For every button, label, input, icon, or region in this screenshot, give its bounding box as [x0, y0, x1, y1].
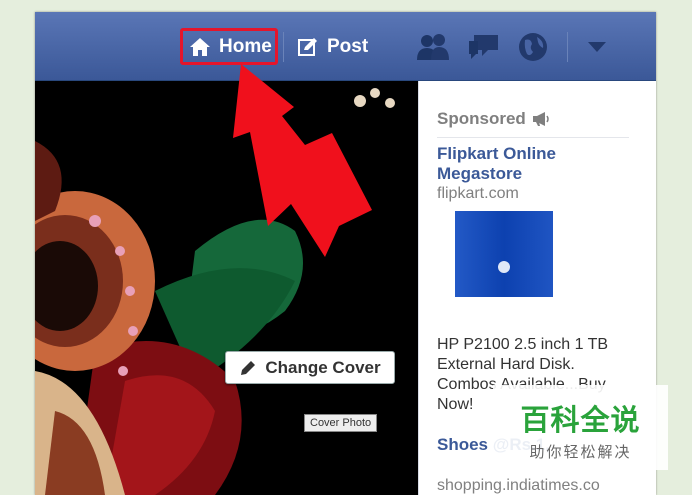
megaphone-icon — [532, 112, 549, 126]
home-icon — [190, 38, 210, 56]
messages-icon[interactable] — [466, 32, 502, 62]
sponsored-heading: Sponsored — [437, 109, 550, 129]
sponsored-label: Sponsored — [437, 109, 526, 128]
post-button[interactable]: Post — [297, 30, 368, 64]
home-button[interactable]: Home — [181, 30, 276, 64]
change-cover-button[interactable]: Change Cover — [225, 351, 395, 384]
ad-title-link[interactable]: Flipkart Online Megastore — [437, 144, 637, 184]
cover-photo[interactable]: Change Cover Cover Photo — [35, 81, 418, 495]
friends-icon[interactable] — [415, 32, 451, 62]
dropdown-arrow-icon[interactable] — [586, 40, 608, 54]
post-label: Post — [327, 36, 369, 57]
hard-disk-image — [437, 211, 596, 297]
watermark-main-text: 百科全说 — [520, 405, 641, 437]
compose-icon — [298, 38, 317, 56]
ad-domain: flipkart.com — [437, 185, 519, 202]
nav-divider — [567, 32, 568, 62]
ad2-domain: shopping.indiatimes.co — [437, 477, 600, 494]
change-cover-label: Change Cover — [265, 357, 381, 377]
cover-photo-artwork — [35, 88, 395, 495]
top-navigation-bar: Home Post — [35, 12, 656, 81]
home-label: Home — [219, 36, 272, 57]
nav-divider — [283, 32, 284, 62]
heading-divider — [437, 137, 629, 138]
watermark-sub-text: 助你轻松解决 — [529, 444, 632, 461]
cover-photo-tooltip: Cover Photo — [304, 414, 378, 432]
watermark: 百科全说 助你轻松解决 — [493, 385, 668, 470]
ad-product-image[interactable] — [437, 211, 596, 297]
globe-icon[interactable] — [517, 32, 549, 64]
pencil-icon — [241, 360, 256, 375]
